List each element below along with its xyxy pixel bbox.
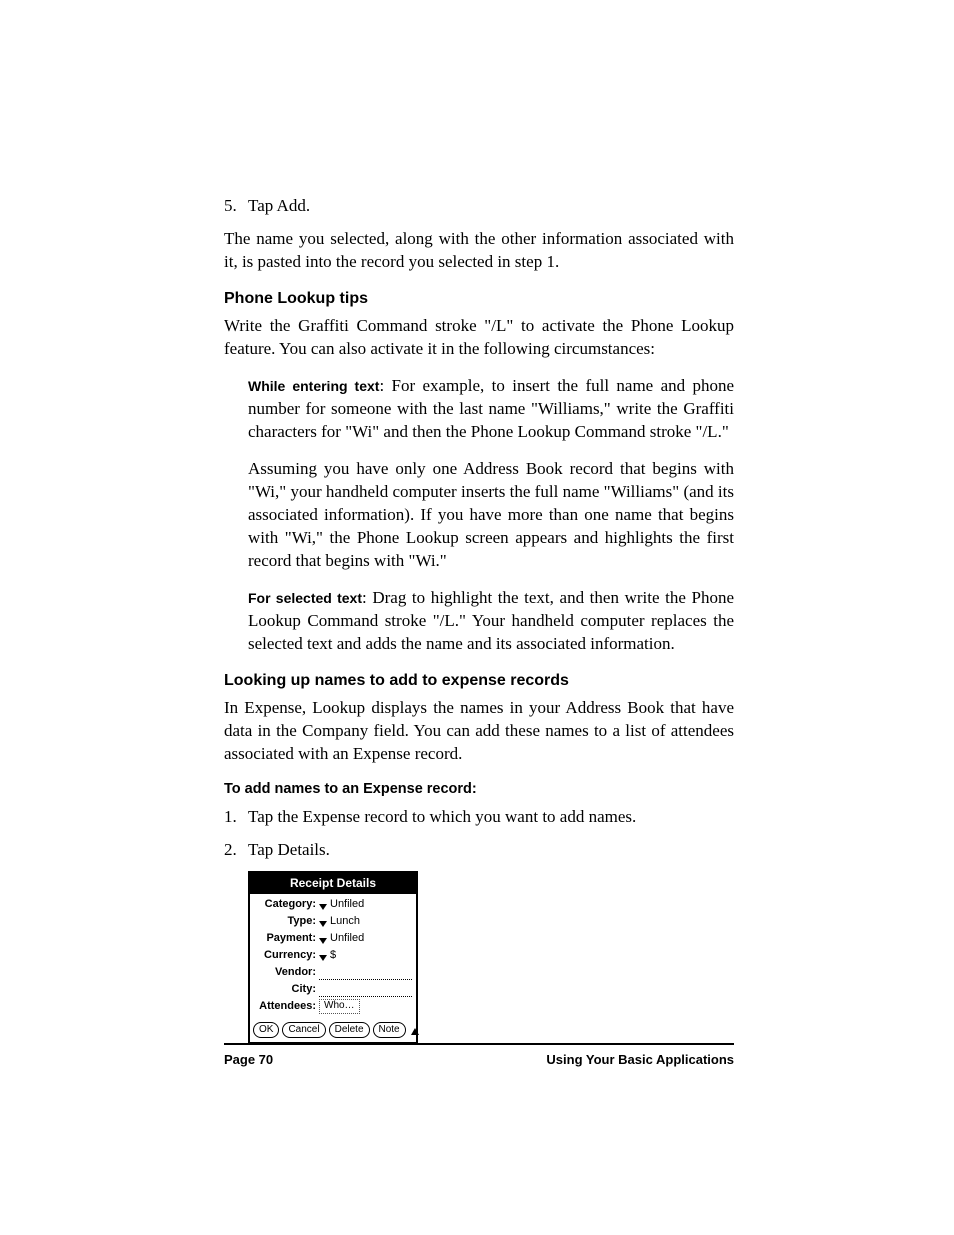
field-row-type: Type: Lunch	[254, 915, 412, 929]
tip-paragraph: While entering text: For example, to ins…	[248, 375, 734, 444]
field-label: Currency:	[254, 948, 319, 963]
list-number: 2.	[224, 839, 248, 862]
page: 5. Tap Add. The name you selected, along…	[0, 0, 954, 1235]
field-label: Type:	[254, 914, 319, 929]
body-column: 5. Tap Add. The name you selected, along…	[224, 195, 734, 1044]
field-row-attendees: Attendees: Who…	[254, 1000, 412, 1014]
dialog-button-row: OK Cancel Delete Note	[250, 1019, 416, 1042]
note-button[interactable]: Note	[373, 1022, 406, 1038]
dropdown-icon[interactable]	[319, 938, 327, 944]
field-value[interactable]: Unfiled	[330, 931, 364, 946]
field-row-category: Category: Unfiled	[254, 898, 412, 912]
dropdown-icon[interactable]	[319, 921, 327, 927]
paragraph: In Expense, Lookup displays the names in…	[224, 697, 734, 766]
tip-paragraph: For selected text: Drag to highlight the…	[248, 587, 734, 656]
list-number: 1.	[224, 806, 248, 829]
list-item: 1. Tap the Expense record to which you w…	[224, 806, 734, 829]
list-text: Tap Details.	[248, 839, 330, 862]
dialog-fields: Category: Unfiled Type: Lunch Payment: U…	[250, 894, 416, 1019]
vendor-input[interactable]	[319, 968, 412, 980]
list-text: Tap Add.	[248, 195, 310, 218]
dialog-title: Receipt Details	[250, 873, 416, 893]
list-number: 5.	[224, 195, 248, 218]
list-item: 5. Tap Add.	[224, 195, 734, 218]
heading-to-add: To add names to an Expense record:	[224, 780, 734, 800]
field-row-city: City:	[254, 983, 412, 997]
paragraph: The name you selected, along with the ot…	[224, 228, 734, 274]
section-title: Using Your Basic Applications	[546, 1052, 734, 1067]
field-label: Attendees:	[254, 999, 319, 1014]
heading-phone-lookup-tips: Phone Lookup tips	[224, 288, 734, 310]
receipt-details-dialog: Receipt Details Category: Unfiled Type: …	[248, 871, 418, 1043]
delete-button[interactable]: Delete	[329, 1022, 370, 1038]
tip-lead: For selected text	[248, 590, 362, 606]
tip-lead: While entering text	[248, 378, 379, 394]
city-input[interactable]	[319, 985, 412, 997]
heading-lookup-expense: Looking up names to add to expense recor…	[224, 670, 734, 692]
field-row-payment: Payment: Unfiled	[254, 932, 412, 946]
who-button[interactable]: Who…	[319, 999, 360, 1014]
page-number: Page 70	[224, 1052, 273, 1067]
field-value[interactable]: $	[330, 948, 336, 963]
paragraph: Assuming you have only one Address Book …	[248, 458, 734, 573]
field-value[interactable]: Unfiled	[330, 897, 364, 912]
field-row-vendor: Vendor:	[254, 966, 412, 980]
list-text: Tap the Expense record to which you want…	[248, 806, 636, 829]
field-label: Payment:	[254, 931, 319, 946]
field-label: Vendor:	[254, 965, 319, 980]
footer-rule	[224, 1043, 734, 1045]
list-item: 2. Tap Details.	[224, 839, 734, 862]
ok-button[interactable]: OK	[253, 1022, 279, 1038]
cancel-button[interactable]: Cancel	[282, 1022, 325, 1038]
field-row-currency: Currency: $	[254, 949, 412, 963]
field-value[interactable]: Lunch	[330, 914, 360, 929]
dropdown-icon[interactable]	[319, 955, 327, 961]
page-footer: Page 70 Using Your Basic Applications	[224, 1052, 734, 1067]
dropdown-icon[interactable]	[319, 904, 327, 910]
paragraph: Write the Graffiti Command stroke "/L" t…	[224, 315, 734, 361]
field-label: City:	[254, 982, 319, 997]
hint-arrow-icon	[411, 1028, 419, 1035]
field-label: Category:	[254, 897, 319, 912]
